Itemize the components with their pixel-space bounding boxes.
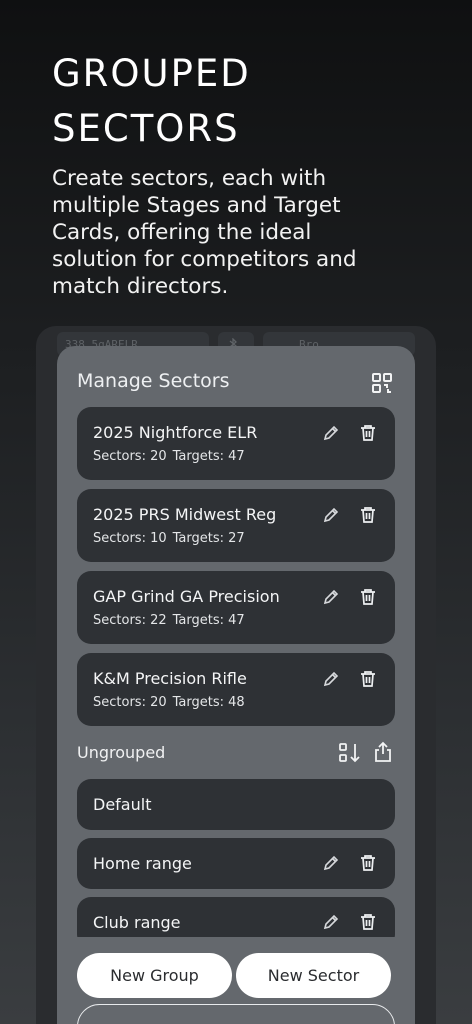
sectors-count: Sectors: 20 (93, 449, 167, 464)
sectors-count: Sectors: 22 (93, 613, 167, 628)
trash-icon[interactable] (358, 912, 378, 932)
sector-item[interactable]: Home range (77, 838, 395, 889)
sort-icon[interactable] (338, 742, 362, 764)
group-card[interactable]: GAP Grind GA Precision Sectors: 22 Target… (77, 571, 395, 644)
group-stats: Sectors: 22 Targets: 47 (93, 613, 245, 628)
pencil-icon[interactable] (321, 912, 341, 932)
targets-count: Targets: 47 (172, 449, 245, 464)
outline-button[interactable] (77, 1004, 395, 1024)
sector-item[interactable]: Default (77, 779, 395, 830)
ungrouped-list[interactable]: Default Home range Club range (57, 775, 415, 937)
sectors-count: Sectors: 10 (93, 531, 167, 546)
sector-item[interactable]: Club range (77, 897, 395, 937)
targets-count: Targets: 27 (172, 531, 245, 546)
pencil-icon[interactable] (321, 853, 341, 873)
sector-name: Club range (93, 913, 181, 932)
ungrouped-label: Ungrouped (77, 743, 166, 762)
new-sector-button[interactable]: New Sector (236, 953, 391, 998)
new-group-button[interactable]: New Group (77, 953, 232, 998)
group-name: 2025 Nightforce ELR (93, 423, 258, 442)
trash-icon[interactable] (358, 669, 378, 689)
targets-count: Targets: 47 (172, 613, 245, 628)
group-name: K&M Precision Rifle (93, 669, 247, 688)
group-name: GAP Grind GA Precision (93, 587, 280, 606)
group-card[interactable]: K&M Precision Rifle Sectors: 20 Targets: … (77, 653, 395, 726)
trash-icon[interactable] (358, 853, 378, 873)
group-card[interactable]: 2025 Nightforce ELR Sectors: 20 Targets: … (77, 407, 395, 480)
targets-count: Targets: 48 (172, 695, 245, 710)
headline: GROUPED SECTORS (52, 52, 251, 150)
share-icon[interactable] (373, 741, 393, 763)
qr-code-icon[interactable] (371, 372, 393, 394)
group-stats: Sectors: 20 Targets: 48 (93, 695, 245, 710)
group-stats: Sectors: 20 Targets: 47 (93, 449, 245, 464)
group-stats: Sectors: 10 Targets: 27 (93, 531, 245, 546)
sectors-count: Sectors: 20 (93, 695, 167, 710)
group-name: 2025 PRS Midwest Reg (93, 505, 277, 524)
sector-name: Default (93, 795, 152, 814)
pencil-icon[interactable] (321, 669, 341, 689)
sheet-title: Manage Sectors (77, 370, 230, 392)
pencil-icon[interactable] (321, 587, 341, 607)
trash-icon[interactable] (358, 423, 378, 443)
trash-icon[interactable] (358, 505, 378, 525)
sector-name: Home range (93, 854, 192, 873)
pencil-icon[interactable] (321, 423, 341, 443)
subtext: Create sectors, each with multiple Stage… (52, 166, 357, 299)
group-card[interactable]: 2025 PRS Midwest Reg Sectors: 10 Targets:… (77, 489, 395, 562)
pencil-icon[interactable] (321, 505, 341, 525)
trash-icon[interactable] (358, 587, 378, 607)
